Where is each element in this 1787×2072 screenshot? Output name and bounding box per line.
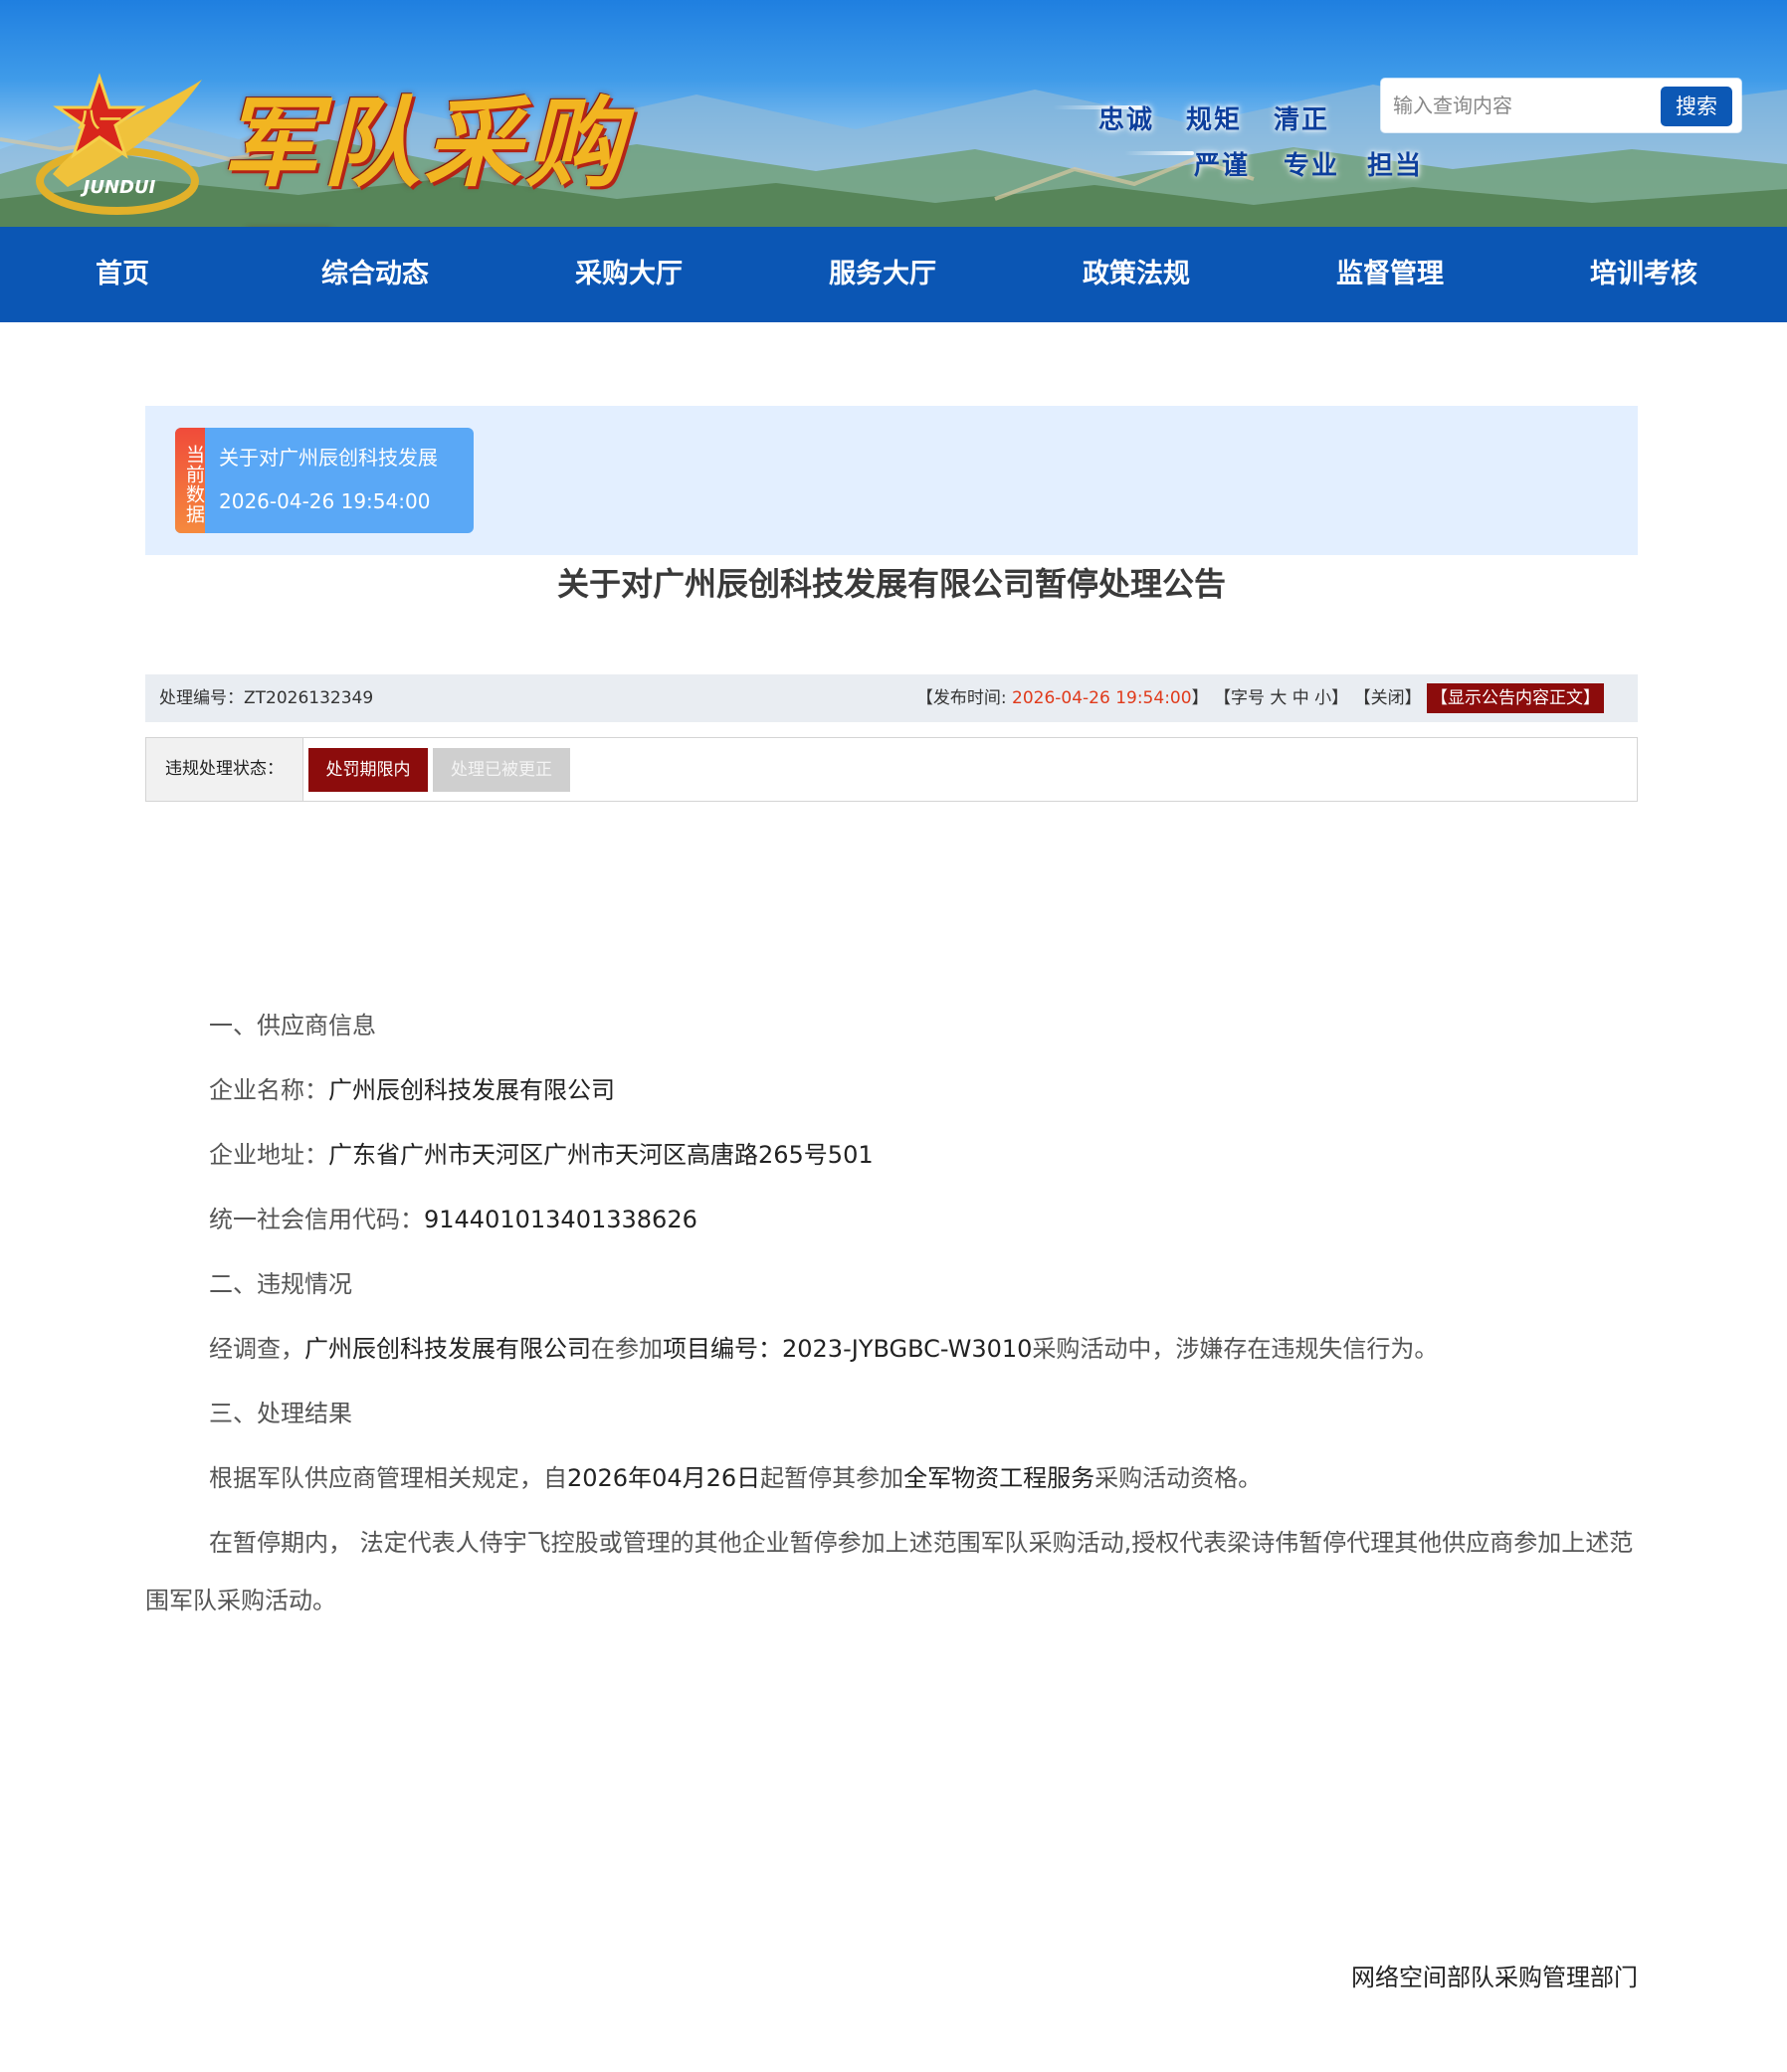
nav-item-training[interactable]: 培训考核 bbox=[1574, 227, 1713, 322]
svg-text:JUNDUI: JUNDUI bbox=[81, 177, 156, 198]
result-scope: 全军物资工程服务 bbox=[903, 1464, 1095, 1492]
company-name-line: 企业名称：广州辰创科技发展有限公司 bbox=[145, 1061, 1638, 1119]
slogan-integrity: 清正 bbox=[1274, 105, 1330, 135]
font-size-control[interactable]: 【字号 大 中 小】 bbox=[1214, 688, 1348, 708]
search-button[interactable]: 搜索 bbox=[1661, 87, 1732, 126]
result-prefix: 根据军队供应商管理相关规定，自 bbox=[209, 1464, 567, 1492]
credit-code-label: 统一社会信用代码： bbox=[209, 1206, 424, 1233]
current-data-card[interactable]: 当前数据 关于对广州辰创科技发展 2026-04-26 19:54:00 bbox=[175, 428, 474, 533]
issuer-signature: 网络空间部队采购管理部门 bbox=[1351, 1964, 1638, 1991]
company-name-label: 企业名称： bbox=[209, 1076, 328, 1104]
slogan-streak bbox=[1124, 151, 1194, 155]
violation-line: 经调查，广州辰创科技发展有限公司在参加项目编号：2023-JYBGBC-W301… bbox=[145, 1320, 1638, 1378]
violation-mid: 在参加 bbox=[591, 1335, 663, 1363]
process-code-label: 处理编号： bbox=[159, 688, 244, 708]
current-data-time: 2026-04-26 19:54:00 bbox=[219, 489, 431, 513]
status-chip-active: 处罚期限内 bbox=[308, 748, 428, 792]
slogan-professional: 专业 bbox=[1284, 151, 1340, 181]
nav-item-supervision[interactable]: 监督管理 bbox=[1320, 227, 1460, 322]
status-chip-corrected: 处理已被更正 bbox=[433, 748, 570, 792]
close-link[interactable]: 【关闭】 bbox=[1354, 688, 1422, 708]
credit-code: 914401013401338626 bbox=[424, 1206, 697, 1233]
current-data-title: 关于对广州辰创科技发展 bbox=[219, 446, 438, 470]
result-date: 2026年04月26日 bbox=[567, 1464, 761, 1492]
article-meta-bar: 处理编号：ZT2026132349 【发布时间: 2026-04-26 19:5… bbox=[145, 674, 1638, 722]
publish-time-open: 【发布时间: bbox=[915, 688, 1012, 708]
army-star-emblem-icon: 八一 JUNDUI bbox=[36, 73, 202, 215]
article-title: 关于对广州辰创科技发展有限公司暂停处理公告 bbox=[556, 565, 1226, 603]
violation-prefix: 经调查， bbox=[209, 1335, 304, 1363]
meta-actions: 【发布时间: 2026-04-26 19:54:00】 【字号 大 中 小】 【… bbox=[916, 683, 1604, 713]
nav-item-home[interactable]: 首页 bbox=[53, 227, 192, 322]
section-heading-supplier: 一、供应商信息 bbox=[145, 997, 1638, 1054]
publish-time-close: 】 bbox=[1191, 688, 1209, 708]
result-extra-paragraph: 在暂停期内， 法定代表人侍宇飞控股或管理的其他企业暂停参加上述范围军队采购活动,… bbox=[145, 1529, 1634, 1614]
slogan-responsibility: 担当 bbox=[1367, 151, 1424, 181]
slogan-rules: 规矩 bbox=[1186, 105, 1243, 135]
section-heading-result: 三、处理结果 bbox=[145, 1385, 1638, 1442]
violation-company: 广州辰创科技发展有限公司 bbox=[304, 1335, 591, 1363]
show-content-button[interactable]: 【显示公告内容正文】 bbox=[1427, 683, 1604, 713]
violation-status-label: 违规处理状态： bbox=[146, 738, 303, 801]
section-heading-text: 二、违规情况 bbox=[209, 1270, 352, 1298]
process-code: 处理编号：ZT2026132349 bbox=[159, 674, 373, 722]
violation-status-row: 违规处理状态： 处罚期限内 处理已被更正 bbox=[145, 737, 1638, 802]
nav-item-policies[interactable]: 政策法规 bbox=[1067, 227, 1206, 322]
company-address-label: 企业地址： bbox=[209, 1141, 328, 1169]
company-address-line: 企业地址：广东省广州市天河区广州市天河区高唐路265号501 bbox=[145, 1126, 1638, 1184]
slogan-rigor: 严谨 bbox=[1194, 151, 1251, 181]
svg-text:八一: 八一 bbox=[78, 107, 121, 133]
company-name: 广州辰创科技发展有限公司 bbox=[328, 1076, 615, 1104]
process-code-value: ZT2026132349 bbox=[244, 688, 374, 708]
section-heading-text: 三、处理结果 bbox=[209, 1400, 352, 1427]
violation-project: 项目编号：2023-JYBGBC-W3010 bbox=[663, 1335, 1033, 1363]
publish-time: 2026-04-26 19:54:00 bbox=[1012, 688, 1192, 708]
result-mid: 起暂停其参加 bbox=[760, 1464, 904, 1492]
slogan-loyalty: 忠诚 bbox=[1098, 105, 1155, 135]
current-data-tag: 当前数据 bbox=[175, 428, 205, 533]
result-suffix: 采购活动资格。 bbox=[1094, 1464, 1263, 1492]
result-line: 根据军队供应商管理相关规定，自2026年04月26日起暂停其参加全军物资工程服务… bbox=[145, 1449, 1638, 1507]
section-heading-text: 一、供应商信息 bbox=[209, 1012, 376, 1039]
nav-item-news[interactable]: 综合动态 bbox=[305, 227, 445, 322]
nav-item-service-hall[interactable]: 服务大厅 bbox=[813, 227, 952, 322]
main-nav: 首页 综合动态 采购大厅 服务大厅 政策法规 监督管理 培训考核 bbox=[0, 227, 1787, 322]
section-heading-violation: 二、违规情况 bbox=[145, 1255, 1638, 1313]
violation-suffix: 采购活动中，涉嫌存在违规失信行为。 bbox=[1032, 1335, 1439, 1363]
credit-code-line: 统一社会信用代码：914401013401338626 bbox=[145, 1191, 1638, 1248]
site-title: 军队采购网 bbox=[221, 87, 628, 227]
nav-item-procurement-hall[interactable]: 采购大厅 bbox=[559, 227, 698, 322]
search-input[interactable] bbox=[1393, 87, 1642, 124]
company-address: 广东省广州市天河区广州市天河区高唐路265号501 bbox=[328, 1141, 874, 1169]
